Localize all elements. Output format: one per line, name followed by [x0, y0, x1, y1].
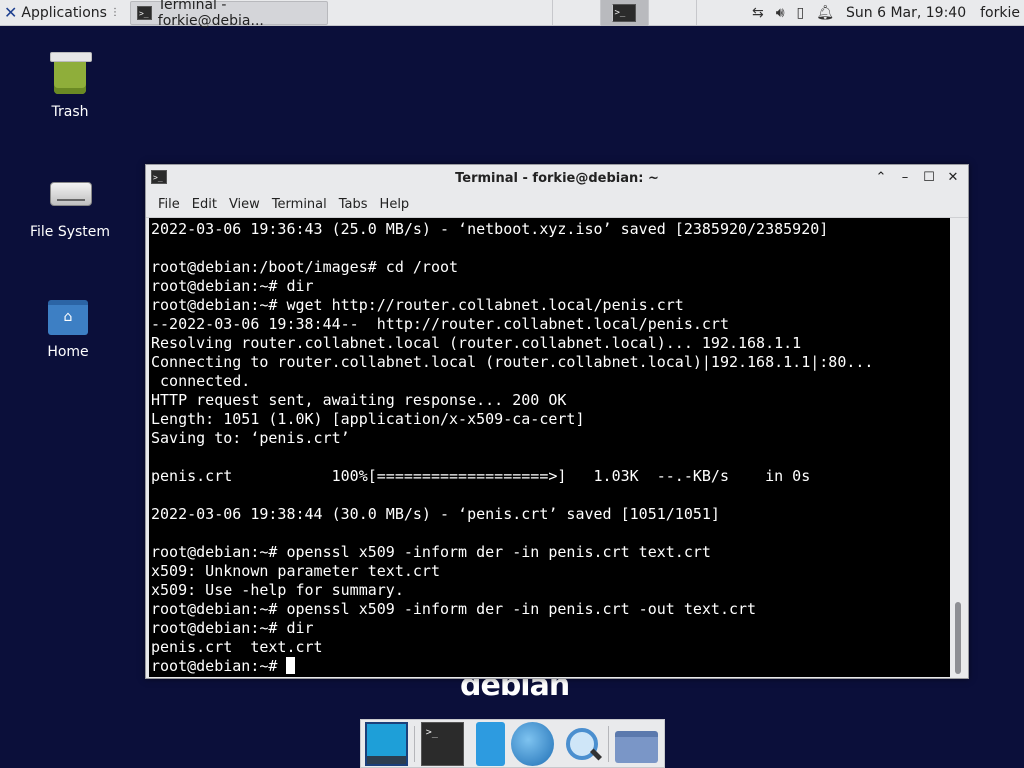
applications-label: Applications [21, 4, 107, 21]
workspace-3[interactable] [647, 0, 696, 26]
workspace-terminal-icon: >_ [612, 3, 637, 22]
dock: >_ [360, 719, 665, 768]
web-browser-icon[interactable] [510, 721, 554, 766]
network-icon[interactable]: ⇆ [752, 5, 764, 21]
clock[interactable]: Sun 6 Mar, 19:40 [846, 5, 966, 21]
taskbar-terminal-title: Terminal - forkie@debia... [157, 0, 264, 29]
dock-separator [413, 725, 415, 762]
system-tray: ⇆ 🔊︎ ▯ 🔔︎ [752, 5, 834, 21]
maximize-icon[interactable]: ☐ [920, 169, 938, 187]
close-icon[interactable]: ✕ [944, 169, 962, 187]
applications-menu[interactable]: ✕ Applications ⋮ [0, 0, 124, 26]
battery-icon[interactable]: ▯ [797, 5, 805, 21]
workspace-1[interactable] [551, 0, 600, 26]
workspace-4[interactable] [695, 0, 744, 26]
scrollbar-thumb[interactable] [955, 602, 961, 674]
desktop-icon-label: Trash [51, 104, 89, 120]
menu-edit[interactable]: Edit [192, 197, 217, 212]
terminal-cursor [286, 657, 296, 674]
window-terminal-icon: >_ [151, 170, 167, 184]
app-finder-icon[interactable] [560, 722, 603, 766]
window-titlebar[interactable]: >_ Terminal - forkie@debian: ~ ⌃ – ☐ ✕ [146, 165, 968, 192]
menu-view[interactable]: View [229, 197, 260, 212]
top-panel: ✕ Applications ⋮ >_ Terminal - forkie@de… [0, 0, 1024, 29]
terminal-launcher-icon[interactable]: >_ [420, 721, 464, 766]
menu-dots-icon: ⋮ [109, 7, 120, 18]
dock-separator [608, 725, 610, 762]
workspace-switcher: >_ [551, 0, 744, 26]
menu-tabs[interactable]: Tabs [339, 197, 368, 212]
workspace-2[interactable]: >_ [599, 0, 648, 26]
taskbar-terminal-button[interactable]: >_ Terminal - forkie@debia... [129, 0, 328, 29]
shade-icon[interactable]: ⌃ [872, 169, 890, 187]
menu-bar: File Edit View Terminal Tabs Help [146, 192, 968, 218]
trash-icon [46, 50, 94, 98]
notification-bell-icon[interactable]: 🔔︎ [816, 5, 834, 21]
file-manager-launcher-icon[interactable] [475, 721, 505, 766]
desktop-icon-home[interactable]: ⌂ Home [18, 290, 118, 360]
hard-drive-icon [46, 170, 94, 218]
home-folder-icon: ⌂ [44, 290, 92, 338]
xfce-logo-icon: ✕ [4, 3, 18, 22]
menu-help[interactable]: Help [380, 197, 410, 212]
desktop-icon-file-system[interactable]: File System [20, 170, 120, 240]
terminal-text: 2022-03-06 19:36:43 (25.0 MB/s) - ‘netbo… [151, 220, 874, 675]
user-menu[interactable]: forkie [980, 5, 1020, 21]
terminal-output[interactable]: 2022-03-06 19:36:43 (25.0 MB/s) - ‘netbo… [149, 218, 950, 677]
desktop-icon-trash[interactable]: Trash [20, 50, 120, 120]
menu-terminal[interactable]: Terminal [272, 197, 327, 212]
desktop-icon-label: File System [29, 224, 111, 240]
folder-icon[interactable] [615, 730, 658, 763]
desktop-icon-label: Home [47, 344, 89, 360]
terminal-icon: >_ [136, 5, 152, 20]
menu-file[interactable]: File [158, 197, 180, 212]
volume-icon[interactable]: 🔊︎ [776, 5, 785, 21]
show-desktop-icon[interactable] [365, 721, 408, 766]
terminal-scrollbar[interactable] [951, 218, 965, 677]
window-title: Terminal - forkie@debian: ~ [455, 171, 659, 186]
minimize-icon[interactable]: – [896, 169, 914, 187]
terminal-window: >_ Terminal - forkie@debian: ~ ⌃ – ☐ ✕ F… [145, 164, 969, 679]
